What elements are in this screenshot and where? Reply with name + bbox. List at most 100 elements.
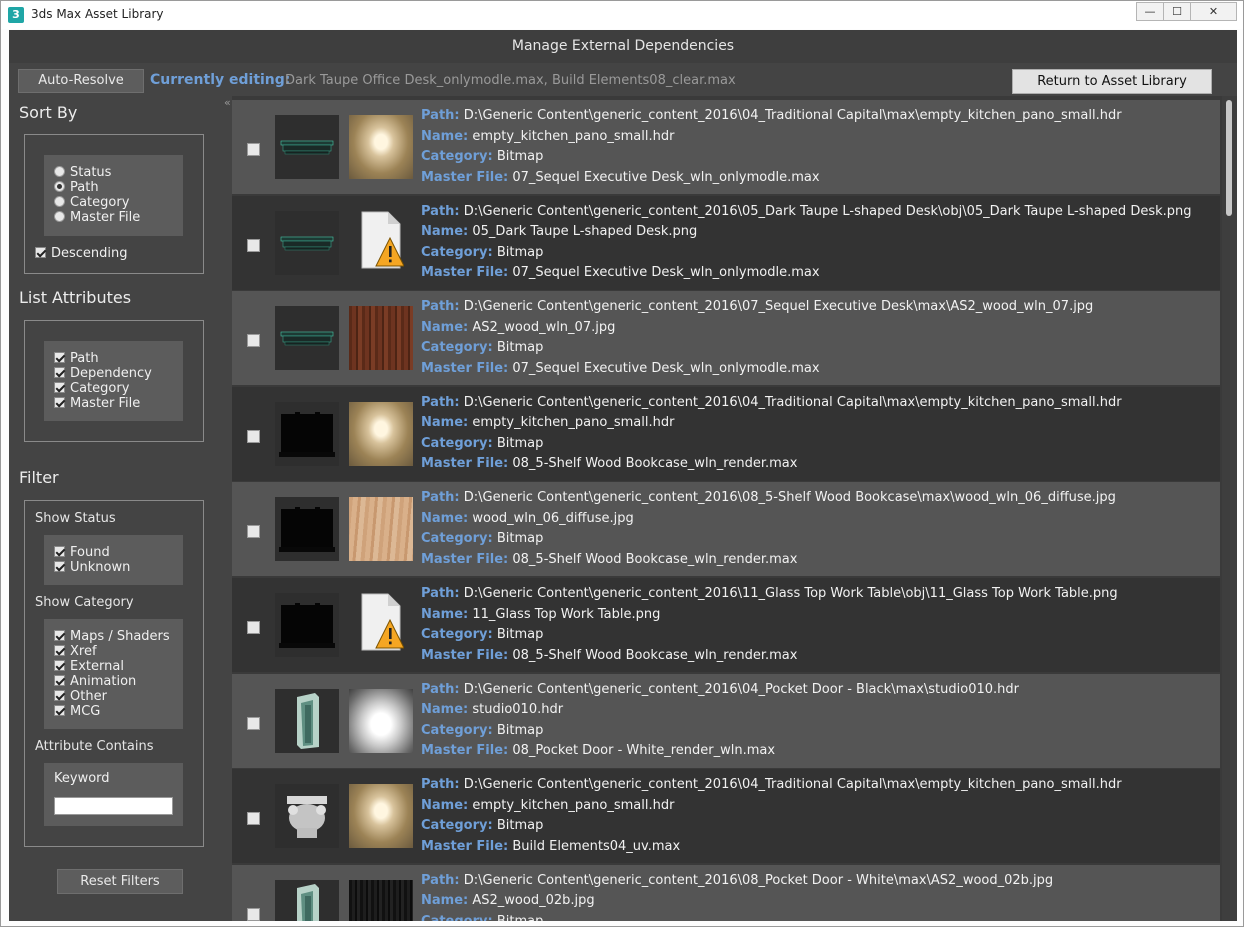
attribute-option-0[interactable]: Path xyxy=(54,351,99,366)
checkbox-icon[interactable] xyxy=(54,367,65,378)
currently-editing-value: Dark Taupe Office Desk_onlymodle.max, Bu… xyxy=(285,73,736,88)
app-icon: 3 xyxy=(8,7,24,23)
name-line: Name: AS2_wood_02b.jpg xyxy=(421,893,1211,914)
dependency-row[interactable]: Path: D:\Generic Content\generic_content… xyxy=(232,673,1220,768)
maximize-button[interactable]: ☐ xyxy=(1163,2,1191,21)
master-file-line-value: 07_Sequel Executive Desk_wln_onlymodle.m… xyxy=(512,169,820,185)
path-line-key: Path: xyxy=(421,490,460,506)
minimize-button[interactable]: — xyxy=(1136,2,1164,21)
dependency-row[interactable]: Path: D:\Generic Content\generic_content… xyxy=(232,291,1220,386)
scrollbar-thumb[interactable] xyxy=(1226,100,1232,216)
status-option-1[interactable]: Unknown xyxy=(54,560,130,575)
row-select-checkbox[interactable] xyxy=(247,812,260,826)
sort-option-label: Master File xyxy=(70,210,141,225)
path-line-value: D:\Generic Content\generic_content_2016\… xyxy=(463,490,1116,506)
title-bar[interactable]: 3 3ds Max Asset Library — ☐ ✕ xyxy=(1,1,1243,29)
category-option-4[interactable]: Other xyxy=(54,689,107,704)
collapse-sidebar-icon[interactable]: « xyxy=(224,96,231,109)
sort-option-1[interactable]: Path xyxy=(54,180,99,195)
reset-filters-button[interactable]: Reset Filters xyxy=(57,869,183,894)
dependency-row[interactable]: Path: D:\Generic Content\generic_content… xyxy=(232,195,1220,290)
dependency-row[interactable]: Path: D:\Generic Content\generic_content… xyxy=(232,386,1220,481)
texture-thumbnail xyxy=(349,879,413,921)
checkbox-icon[interactable] xyxy=(54,397,65,408)
row-select-checkbox[interactable] xyxy=(247,907,260,921)
master-file-line: Master File: 07_Sequel Executive Desk_wl… xyxy=(421,170,1211,191)
checkbox-icon[interactable] xyxy=(54,675,65,686)
master-file-line-value: 08_5-Shelf Wood Bookcase_wln_render.max xyxy=(512,647,798,663)
row-select-checkbox[interactable] xyxy=(247,716,260,730)
checkbox-icon[interactable] xyxy=(54,690,65,701)
sort-option-3[interactable]: Master File xyxy=(54,210,140,225)
filter-box: Show Status Found Unknown Show Category M… xyxy=(24,500,204,847)
row-select-checkbox[interactable] xyxy=(247,238,260,252)
checkbox-icon[interactable] xyxy=(54,705,65,716)
radio-icon[interactable] xyxy=(54,166,65,177)
dependency-row[interactable]: Path: D:\Generic Content\generic_content… xyxy=(232,482,1220,577)
radio-icon[interactable] xyxy=(54,211,65,222)
app-window: 3 3ds Max Asset Library — ☐ ✕ Manage Ext… xyxy=(0,0,1244,927)
path-line: Path: D:\Generic Content\generic_content… xyxy=(421,108,1211,129)
row-select-checkbox[interactable] xyxy=(247,525,260,539)
checkbox-icon[interactable] xyxy=(54,660,65,671)
checkbox-icon[interactable] xyxy=(54,546,65,557)
dependency-info: Path: D:\Generic Content\generic_content… xyxy=(421,777,1211,859)
name-line-key: Name: xyxy=(421,128,469,144)
attribute-option-1[interactable]: Dependency xyxy=(54,366,152,381)
category-option-3[interactable]: Animation xyxy=(54,674,136,689)
category-option-1[interactable]: Xref xyxy=(54,644,97,659)
name-line-value: empty_kitchen_pano_small.hdr xyxy=(472,415,675,431)
row-select-checkbox[interactable] xyxy=(247,621,260,634)
row-select-checkbox[interactable] xyxy=(247,334,260,348)
close-button[interactable]: ✕ xyxy=(1190,2,1237,21)
path-line: Path: D:\Generic Content\generic_content… xyxy=(421,682,1211,703)
attribute-option-2[interactable]: Category xyxy=(54,381,129,396)
list-scrollbar[interactable] xyxy=(1222,96,1237,921)
checkbox-icon[interactable] xyxy=(54,630,65,641)
return-to-asset-library-button[interactable]: Return to Asset Library xyxy=(1012,69,1212,94)
status-option-label: Unknown xyxy=(70,560,131,575)
checkbox-icon[interactable] xyxy=(54,561,65,572)
name-line: Name: 05_Dark Taupe L-shaped Desk.png xyxy=(421,224,1211,245)
category-option-0[interactable]: Maps / Shaders xyxy=(54,629,170,644)
attribute-option-label: Category xyxy=(70,381,130,396)
path-line-key: Path: xyxy=(421,586,460,601)
category-option-2[interactable]: External xyxy=(54,659,124,674)
master-file-line: Master File: Build Elements04_uv.max xyxy=(421,839,1211,860)
row-select-checkbox[interactable] xyxy=(247,429,260,443)
radio-icon[interactable] xyxy=(54,181,65,192)
category-option-5[interactable]: MCG xyxy=(54,704,100,719)
checkbox-icon[interactable] xyxy=(54,645,65,656)
keyword-label: Keyword xyxy=(54,771,110,786)
radio-icon[interactable] xyxy=(54,196,65,207)
dependency-row[interactable]: Path: D:\Generic Content\generic_content… xyxy=(232,769,1220,864)
checkbox-icon[interactable] xyxy=(35,247,46,258)
descending-checkbox[interactable]: Descending xyxy=(35,246,128,261)
checkbox-icon[interactable] xyxy=(54,352,65,363)
master-file-line-key: Master File: xyxy=(421,838,509,854)
dependency-row[interactable]: Path: D:\Generic Content\generic_content… xyxy=(232,100,1220,194)
status-option-0[interactable]: Found xyxy=(54,545,110,560)
attribute-option-label: Dependency xyxy=(70,366,152,381)
category-line: Category: Bitmap xyxy=(421,149,1211,170)
attribute-option-3[interactable]: Master File xyxy=(54,396,140,411)
object-thumbnail xyxy=(275,784,339,849)
dependency-row[interactable]: Path: D:\Generic Content\generic_content… xyxy=(232,864,1220,921)
master-file-line-key: Master File: xyxy=(421,169,509,185)
dependency-row[interactable]: Path: D:\Generic Content\generic_content… xyxy=(232,578,1220,672)
path-line-key: Path: xyxy=(421,394,460,410)
name-line: Name: empty_kitchen_pano_small.hdr xyxy=(421,798,1211,819)
sort-option-0[interactable]: Status xyxy=(54,165,111,180)
category-line-key: Category: xyxy=(421,818,493,834)
row-select-checkbox[interactable] xyxy=(247,143,260,156)
category-line-key: Category: xyxy=(421,531,493,547)
sort-option-2[interactable]: Category xyxy=(54,195,129,210)
auto-resolve-button[interactable]: Auto-Resolve xyxy=(18,69,144,93)
keyword-input[interactable] xyxy=(54,797,173,815)
attribute-options: Path Dependency Category Master File xyxy=(44,341,183,421)
path-line-key: Path: xyxy=(421,108,460,123)
checkbox-icon[interactable] xyxy=(54,382,65,393)
texture-thumbnail xyxy=(349,688,413,753)
object-thumbnail xyxy=(275,401,339,466)
panel-header: Manage External Dependencies xyxy=(9,30,1237,63)
